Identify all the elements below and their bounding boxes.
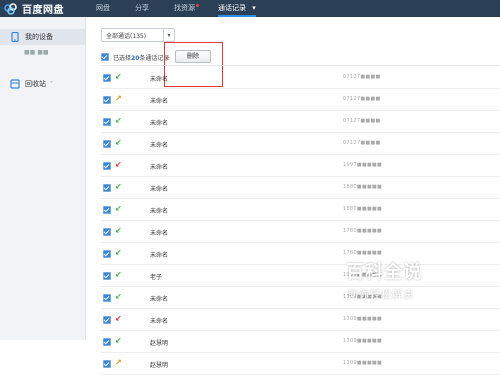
watermark-title: 百科全说 bbox=[346, 262, 422, 283]
selection-prefix: 已选择 bbox=[113, 54, 132, 62]
nav-item-netdisk[interactable]: 网盘 bbox=[96, 0, 110, 17]
contact-name: 未命名 bbox=[150, 142, 169, 149]
row-checkbox[interactable] bbox=[103, 74, 111, 82]
phone-number: 1780■■■■■ bbox=[343, 228, 383, 234]
incoming-call-icon: ↙ bbox=[115, 182, 122, 191]
incoming-call-icon: ↙ bbox=[115, 248, 122, 257]
sidebar-item-my-devices[interactable]: 我的设备 bbox=[0, 29, 85, 45]
selection-summary: 已选择20条通话记录 bbox=[101, 50, 169, 64]
nav-label: 找资源 bbox=[174, 4, 195, 12]
watermark-subtitle: 助你轻松解决 bbox=[348, 290, 414, 301]
call-filter-dropdown[interactable]: 全部通话(135) ▾ bbox=[101, 28, 175, 42]
phone-icon bbox=[11, 32, 19, 42]
main-nav: 网盘 分享 找资源 通话记录 ▾ bbox=[96, 0, 264, 17]
row-checkbox[interactable] bbox=[103, 360, 111, 368]
chevron-down-icon: ▾ bbox=[252, 4, 256, 12]
nav-label: 通话记录 bbox=[218, 4, 246, 12]
chevron-down-icon: ˅ bbox=[50, 80, 53, 88]
table-row[interactable]: ↗ 赵慧明 1309■■■■■ bbox=[101, 353, 500, 375]
missed-call-icon: ↙ bbox=[115, 160, 122, 169]
nav-label: 网盘 bbox=[96, 4, 110, 12]
logo[interactable]: 百度网盘 bbox=[4, 1, 64, 16]
contact-name: 赵慧明 bbox=[150, 340, 169, 347]
filter-value: 全部通话(135) bbox=[106, 32, 147, 40]
phone-number: 07127■■■■ bbox=[343, 96, 381, 102]
row-checkbox[interactable] bbox=[103, 162, 111, 170]
row-checkbox[interactable] bbox=[103, 316, 111, 324]
phone-number: 1880■■■■■ bbox=[343, 206, 383, 212]
contact-name: 未命名 bbox=[150, 76, 169, 83]
row-checkbox[interactable] bbox=[103, 294, 111, 302]
contact-name: 未命名 bbox=[150, 164, 169, 171]
row-checkbox[interactable] bbox=[103, 96, 111, 104]
incoming-call-icon: ↙ bbox=[115, 204, 122, 213]
cloud-logo-icon bbox=[4, 2, 17, 15]
nav-label: 分享 bbox=[135, 4, 149, 12]
row-checkbox[interactable] bbox=[103, 250, 111, 258]
incoming-call-icon: ↙ bbox=[115, 226, 122, 235]
top-navigation-bar: 百度网盘 网盘 分享 找资源 通话记录 ▾ bbox=[0, 0, 500, 17]
table-row[interactable]: ↙ 未命名 1780■■■■■ bbox=[101, 221, 500, 243]
contact-name: 赵慧明 bbox=[150, 362, 169, 369]
contact-name: 未命名 bbox=[150, 208, 169, 215]
device-name[interactable]: ■■ ■■ bbox=[24, 49, 49, 56]
chevron-down-icon: ▾ bbox=[163, 29, 174, 41]
table-row[interactable]: ↙ 未命名 1880■■■■■ bbox=[101, 177, 500, 199]
incoming-call-icon: ↙ bbox=[115, 336, 122, 345]
row-checkbox[interactable] bbox=[103, 272, 111, 280]
contact-name: 未命名 bbox=[150, 318, 169, 325]
row-checkbox[interactable] bbox=[103, 184, 111, 192]
row-checkbox[interactable] bbox=[103, 338, 111, 346]
divider bbox=[101, 65, 500, 66]
outgoing-call-icon: ↗ bbox=[115, 358, 122, 367]
missed-call-icon: ↙ bbox=[115, 314, 122, 323]
selection-text: 已选择20条通话记录 bbox=[113, 53, 169, 62]
contact-name: 未命名 bbox=[150, 186, 169, 193]
row-checkbox[interactable] bbox=[103, 206, 111, 214]
contact-name: 未命名 bbox=[150, 252, 169, 259]
nav-item-call-records[interactable]: 通话记录 ▾ bbox=[218, 0, 264, 17]
phone-number: 07127■■■■ bbox=[343, 74, 381, 80]
incoming-call-icon: ↙ bbox=[115, 138, 122, 147]
contact-name: 未命名 bbox=[150, 230, 169, 237]
sidebar: 我的设备 ■■ ■■ 回收站 ˅ bbox=[0, 17, 86, 340]
sidebar-item-recycle-bin[interactable]: 回收站 ˅ bbox=[0, 76, 85, 92]
nav-item-share[interactable]: 分享 bbox=[135, 0, 149, 17]
logo-text: 百度网盘 bbox=[22, 5, 64, 16]
incoming-call-icon: ↙ bbox=[115, 72, 122, 81]
contact-name: 未命名 bbox=[150, 296, 169, 303]
phone-number: 07127■■■■ bbox=[343, 140, 381, 146]
incoming-call-icon: ↙ bbox=[115, 292, 122, 301]
nav-item-resources[interactable]: 找资源 bbox=[174, 0, 199, 17]
sidebar-item-label: 回收站 bbox=[25, 80, 46, 88]
contact-name: 老子 bbox=[150, 274, 163, 281]
contact-name: 未命名 bbox=[150, 120, 169, 127]
recycle-bin-icon bbox=[10, 79, 20, 89]
row-checkbox[interactable] bbox=[103, 228, 111, 236]
table-row[interactable]: ↙ 赵慧明 1309■■■■■ bbox=[101, 331, 500, 353]
phone-number: 1997■■■■■ bbox=[343, 162, 383, 168]
row-checkbox[interactable] bbox=[103, 140, 111, 148]
outgoing-call-icon: ↗ bbox=[115, 94, 122, 103]
sidebar-item-label: 我的设备 bbox=[25, 33, 53, 41]
notification-dot bbox=[196, 4, 199, 7]
select-all-checkbox[interactable] bbox=[101, 53, 109, 61]
incoming-call-icon: ↙ bbox=[115, 270, 122, 279]
phone-number: 1309■■■■■ bbox=[343, 360, 383, 366]
table-row[interactable]: ↙ 未命名 07127■■■■ bbox=[101, 133, 500, 155]
contact-name: 未命名 bbox=[150, 98, 169, 105]
table-row[interactable]: ↙ 未命名 07127■■■■ bbox=[101, 67, 500, 89]
row-checkbox[interactable] bbox=[103, 118, 111, 126]
table-row[interactable]: ↙ 未命名 1880■■■■■ bbox=[101, 199, 500, 221]
phone-number: 1309■■■■■ bbox=[343, 338, 383, 344]
incoming-call-icon: ↙ bbox=[115, 116, 122, 125]
table-row[interactable]: ↙ 未命名 1997■■■■■ bbox=[101, 155, 500, 177]
table-row[interactable]: ↙ 未命名 07127■■■■ bbox=[101, 111, 500, 133]
phone-number: 07127■■■■ bbox=[343, 118, 381, 124]
phone-number: 1780■■■■■ bbox=[343, 250, 383, 256]
watermark: 百科全说 助你轻松解决 bbox=[346, 258, 466, 318]
phone-number: 1880■■■■■ bbox=[343, 184, 383, 190]
table-row[interactable]: ↗ 未命名 07127■■■■ bbox=[101, 89, 500, 111]
